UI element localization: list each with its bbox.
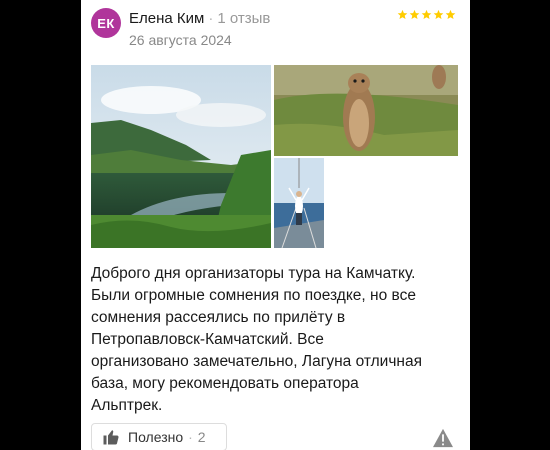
review-text-line: организовано замечательно, Лагуна отличн… xyxy=(91,353,422,370)
star-icon xyxy=(445,9,456,20)
separator-dot: · xyxy=(188,429,193,445)
lagoon-photo-image xyxy=(91,65,271,248)
author-review-count: 1 отзыв xyxy=(217,10,271,27)
star-icon xyxy=(421,9,432,20)
helpful-count: 2 xyxy=(197,429,206,445)
review-text-line: Были огромные сомнения по поездке, но вс… xyxy=(91,287,416,304)
ground-squirrel-photo-image xyxy=(274,65,458,156)
author-line: Елена Ким · 1 отзыв xyxy=(129,10,270,27)
review-text-line: Доброго дня организаторы тура на Камчатк… xyxy=(91,265,416,282)
separator-dot: · xyxy=(208,10,214,27)
review-text-line: база, могу рекомендовать оператора xyxy=(91,375,359,392)
review-text-line: сомнения рассеялись по прилёту в xyxy=(91,309,346,326)
boat-photo-image xyxy=(274,158,324,248)
avatar[interactable]: ЕК xyxy=(91,8,121,38)
review-photo-boat[interactable] xyxy=(274,158,324,248)
review-photo-ground-squirrel[interactable] xyxy=(274,65,458,156)
review-photo-lagoon[interactable] xyxy=(91,65,271,248)
star-icon xyxy=(397,9,408,20)
helpful-button[interactable]: Полезно · 2 xyxy=(91,423,227,450)
review-text: Доброго дня организаторы тура на Камчатк… xyxy=(91,263,466,417)
author-name[interactable]: Елена Ким xyxy=(129,10,204,27)
review-date: 26 августа 2024 xyxy=(129,32,232,48)
helpful-label: Полезно xyxy=(128,429,184,445)
review-text-line: Петропавловск-Камчатский. Все xyxy=(91,331,324,348)
warning-icon[interactable] xyxy=(432,428,454,448)
rating-stars xyxy=(397,9,456,20)
star-icon xyxy=(433,9,444,20)
star-icon xyxy=(409,9,420,20)
review-card: ЕК Елена Ким · 1 отзыв 26 августа 2024 Д… xyxy=(81,0,470,450)
thumbs-up-icon xyxy=(103,430,119,445)
review-text-line: Альптрек. xyxy=(91,397,163,414)
